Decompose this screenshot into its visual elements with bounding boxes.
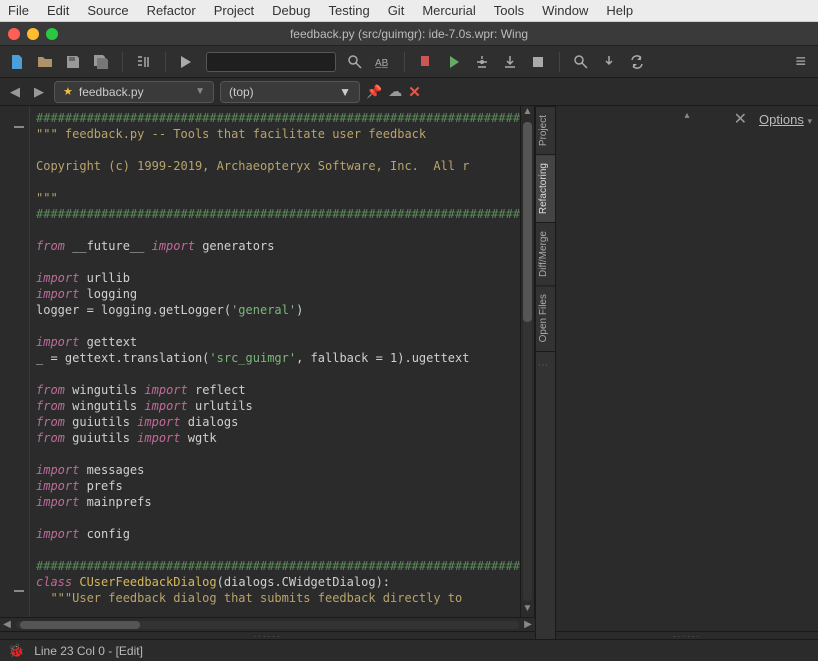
- bug-icon[interactable]: 🐞: [8, 643, 24, 659]
- menu-edit[interactable]: Edit: [47, 3, 69, 18]
- side-close-icon[interactable]: ✕: [734, 109, 747, 129]
- pin-icon[interactable]: 📌: [366, 84, 382, 100]
- window-maximize-button[interactable]: [46, 28, 58, 40]
- sync-icon[interactable]: [628, 53, 646, 71]
- window-minimize-button[interactable]: [27, 28, 39, 40]
- vtab-more-icon[interactable]: ⋮: [536, 351, 555, 378]
- download-icon[interactable]: [600, 53, 618, 71]
- status-bar: 🐞 Line 23 Col 0 - [Edit]: [0, 639, 818, 661]
- menu-mercurial[interactable]: Mercurial: [422, 3, 475, 18]
- status-text: Line 23 Col 0 - [Edit]: [34, 644, 143, 658]
- save-all-icon[interactable]: [92, 53, 110, 71]
- collapse-up-icon[interactable]: ▴: [684, 110, 689, 121]
- star-icon: ★: [63, 85, 73, 98]
- scope-selector[interactable]: (top) ▼: [220, 81, 360, 103]
- open-folder-icon[interactable]: [36, 53, 54, 71]
- file-tab[interactable]: ★ feedback.py ▼: [54, 81, 214, 103]
- side-vertical-tabs: Project Refactoring Diff/Merge Open File…: [536, 106, 556, 639]
- scroll-left-icon[interactable]: ◀: [0, 619, 14, 630]
- save-icon[interactable]: [64, 53, 82, 71]
- horizontal-scrollbar[interactable]: ◀ ▶: [0, 617, 535, 631]
- hamburger-menu-icon[interactable]: ≡: [791, 51, 810, 72]
- chevron-down-icon[interactable]: ▼: [195, 86, 205, 97]
- scroll-up-icon[interactable]: ▲: [521, 106, 534, 120]
- vtab-project[interactable]: Project: [536, 106, 555, 154]
- vertical-scrollbar[interactable]: ▲ ▼: [520, 106, 534, 617]
- breakpoint-icon[interactable]: [417, 53, 435, 71]
- chevron-down-icon: ▼: [339, 85, 351, 99]
- window-titlebar: feedback.py (src/guimgr): ide-7.0s.wpr: …: [0, 22, 818, 46]
- vtab-refactoring[interactable]: Refactoring: [536, 154, 555, 222]
- side-drag-handle[interactable]: ······: [556, 631, 818, 639]
- split-drag-handle[interactable]: ······: [0, 631, 535, 639]
- new-file-icon[interactable]: [8, 53, 26, 71]
- editor-pane: ########################################…: [0, 106, 535, 639]
- debug-icon[interactable]: [473, 53, 491, 71]
- scroll-thumb[interactable]: [523, 122, 532, 322]
- svg-text:A̲B̲: A̲B̲: [375, 58, 389, 69]
- menu-file[interactable]: File: [8, 3, 29, 18]
- menu-tools[interactable]: Tools: [494, 3, 524, 18]
- replace-icon[interactable]: A̲B̲: [374, 53, 392, 71]
- nav-forward-icon[interactable]: ▶: [30, 83, 48, 101]
- menu-window[interactable]: Window: [542, 3, 588, 18]
- main-content-row: ########################################…: [0, 106, 818, 639]
- macos-menubar: File Edit Source Refactor Project Debug …: [0, 0, 818, 22]
- step-into-icon[interactable]: [501, 53, 519, 71]
- editor-tabbar: ◀ ▶ ★ feedback.py ▼ (top) ▼ 📌 ☁ ✕: [0, 78, 818, 106]
- side-panel: Project Refactoring Diff/Merge Open File…: [535, 106, 818, 639]
- tab-filename: feedback.py: [79, 85, 144, 99]
- search-icon[interactable]: [346, 53, 364, 71]
- indent-icon[interactable]: [135, 53, 153, 71]
- side-panel-content: ▴ ✕ Options ▾ ······: [556, 106, 818, 639]
- options-menu[interactable]: Options ▾: [759, 112, 812, 127]
- zoom-icon[interactable]: [572, 53, 590, 71]
- vtab-open-files[interactable]: Open Files: [536, 285, 555, 350]
- goto-icon[interactable]: [178, 53, 196, 71]
- window-close-button[interactable]: [8, 28, 20, 40]
- run-icon[interactable]: [445, 53, 463, 71]
- menu-project[interactable]: Project: [214, 3, 254, 18]
- close-tab-icon[interactable]: ✕: [408, 83, 421, 101]
- stop-icon[interactable]: [529, 53, 547, 71]
- menu-source[interactable]: Source: [87, 3, 128, 18]
- menu-help[interactable]: Help: [606, 3, 633, 18]
- code-area[interactable]: ########################################…: [0, 106, 534, 610]
- scroll-down-icon[interactable]: ▼: [521, 603, 534, 617]
- scroll-thumb[interactable]: [20, 621, 140, 629]
- window-title: feedback.py (src/guimgr): ide-7.0s.wpr: …: [0, 27, 818, 41]
- menu-refactor[interactable]: Refactor: [147, 3, 196, 18]
- nav-back-icon[interactable]: ◀: [6, 83, 24, 101]
- scroll-right-icon[interactable]: ▶: [521, 619, 535, 630]
- vtab-diff-merge[interactable]: Diff/Merge: [536, 222, 555, 285]
- menu-git[interactable]: Git: [388, 3, 405, 18]
- chevron-down-icon: ▾: [807, 116, 812, 126]
- scope-label: (top): [229, 85, 254, 99]
- cloud-icon[interactable]: ☁: [388, 83, 402, 100]
- menu-testing[interactable]: Testing: [328, 3, 369, 18]
- menu-debug[interactable]: Debug: [272, 3, 310, 18]
- search-input[interactable]: [206, 52, 336, 72]
- traffic-lights: [8, 28, 58, 40]
- main-toolbar: A̲B̲ ≡: [0, 46, 818, 78]
- editor-viewport[interactable]: ########################################…: [0, 106, 535, 617]
